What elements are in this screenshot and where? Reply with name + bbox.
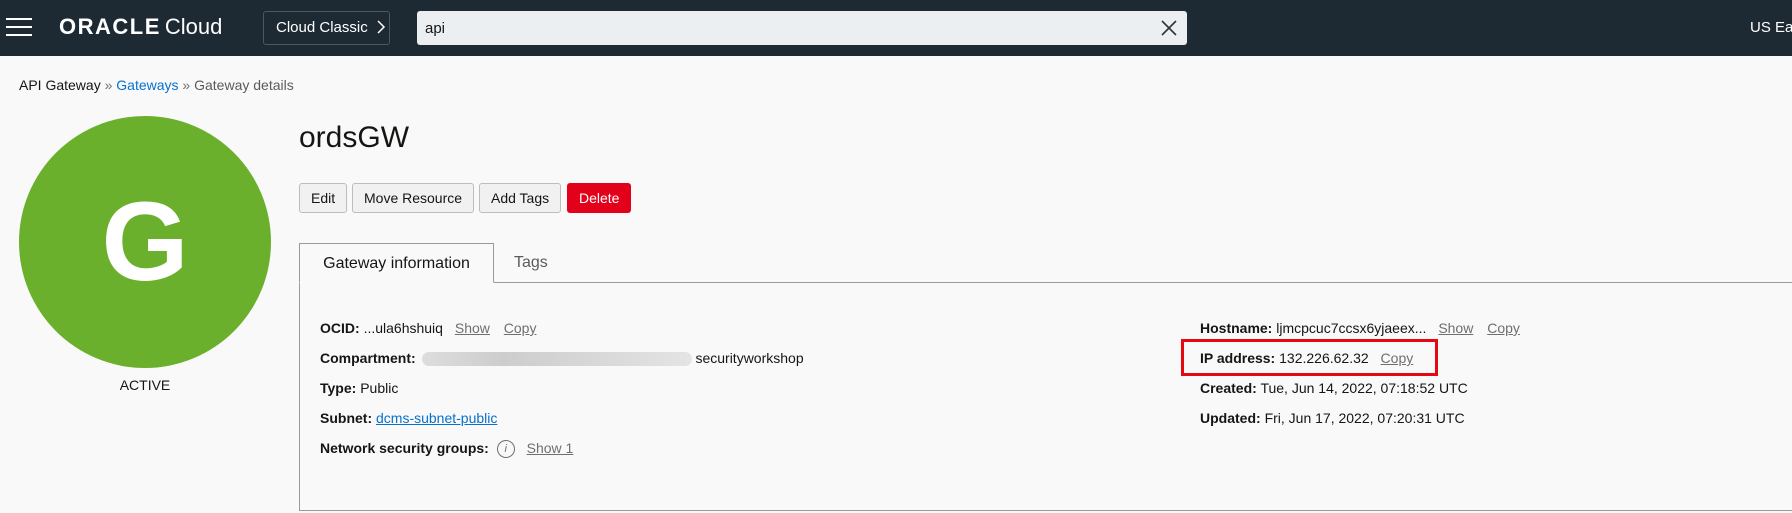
compartment-row: Compartment: securityworkshop <box>320 350 804 367</box>
updated-value: Fri, Jun 17, 2022, 07:20:31 UTC <box>1264 410 1465 426</box>
type-row: Type: Public <box>320 380 398 396</box>
move-resource-button[interactable]: Move Resource <box>352 183 475 213</box>
hostname-value: ljmcpcuc7ccsx6yjaeex... <box>1276 320 1427 336</box>
tab-tags[interactable]: Tags <box>514 243 548 283</box>
gateway-info-panel <box>299 282 1792 511</box>
chevron-right-icon <box>377 20 385 34</box>
breadcrumb: API Gateway » Gateways » Gateway details <box>19 77 294 93</box>
updated-label: Updated: <box>1200 410 1261 426</box>
logo-product: Cloud <box>164 14 223 39</box>
type-label: Type: <box>320 380 357 396</box>
delete-button[interactable]: Delete <box>567 183 632 213</box>
breadcrumb-api-gateway[interactable]: API Gateway <box>19 77 101 93</box>
nsg-show-link[interactable]: Show 1 <box>527 440 574 456</box>
type-value: Public <box>360 380 399 396</box>
top-navigation-bar: ORACLECloud Cloud Classic US Ea <box>0 0 1792 56</box>
oracle-cloud-logo[interactable]: ORACLE Cloud <box>59 14 222 40</box>
hostname-show-link[interactable]: Show <box>1438 320 1473 336</box>
redacted-text <box>421 352 692 367</box>
tab-gateway-information[interactable]: Gateway information <box>299 243 494 283</box>
subnet-label: Subnet: <box>320 410 373 426</box>
ocid-value: ...ula6hshuiq <box>363 320 443 336</box>
add-tags-button[interactable]: Add Tags <box>479 183 562 213</box>
search-box <box>417 11 1187 45</box>
cloud-classic-label: Cloud Classic <box>276 19 368 36</box>
updated-row: Updated: Fri, Jun 17, 2022, 07:20:31 UTC <box>1200 410 1465 426</box>
nsg-row: Network security groups: i Show 1 <box>320 440 574 459</box>
breadcrumb-separator: » <box>182 77 191 93</box>
created-row: Created: Tue, Jun 14, 2022, 07:18:52 UTC <box>1200 380 1468 396</box>
compartment-value: securityworkshop <box>695 350 804 366</box>
ocid-row: OCID: ...ula6hshuiq Show Copy <box>320 320 536 336</box>
nsg-label: Network security groups: <box>320 440 489 456</box>
breadcrumb-current: Gateway details <box>194 77 294 93</box>
hostname-row: Hostname: ljmcpcuc7ccsx6yjaeex... Show C… <box>1200 320 1520 336</box>
menu-icon[interactable] <box>6 18 32 38</box>
breadcrumb-gateways[interactable]: Gateways <box>116 77 178 93</box>
created-label: Created: <box>1200 380 1257 396</box>
breadcrumb-separator: » <box>104 77 113 93</box>
status-label: ACTIVE <box>119 377 171 393</box>
hostname-label: Hostname: <box>1200 320 1273 336</box>
ocid-show-link[interactable]: Show <box>455 320 490 336</box>
edit-button[interactable]: Edit <box>299 183 348 213</box>
clear-search-icon[interactable] <box>1159 18 1179 38</box>
ip-address-highlight-box <box>1181 339 1438 376</box>
cloud-classic-button[interactable]: Cloud Classic <box>263 11 390 45</box>
hostname-copy-link[interactable]: Copy <box>1487 320 1520 336</box>
subnet-link[interactable]: dcms-subnet-public <box>376 410 497 426</box>
page-title: ordsGW <box>299 121 410 154</box>
region-selector[interactable]: US Ea <box>1750 19 1792 36</box>
resource-avatar: G <box>19 116 271 368</box>
logo-brand: ORACLE <box>59 14 161 39</box>
ocid-label: OCID: <box>320 320 360 336</box>
created-value: Tue, Jun 14, 2022, 07:18:52 UTC <box>1260 380 1468 396</box>
search-input[interactable] <box>425 11 1145 45</box>
subnet-row: Subnet: dcms-subnet-public <box>320 410 497 426</box>
info-icon[interactable]: i <box>496 440 515 459</box>
compartment-label: Compartment: <box>320 350 416 366</box>
ocid-copy-link[interactable]: Copy <box>504 320 537 336</box>
